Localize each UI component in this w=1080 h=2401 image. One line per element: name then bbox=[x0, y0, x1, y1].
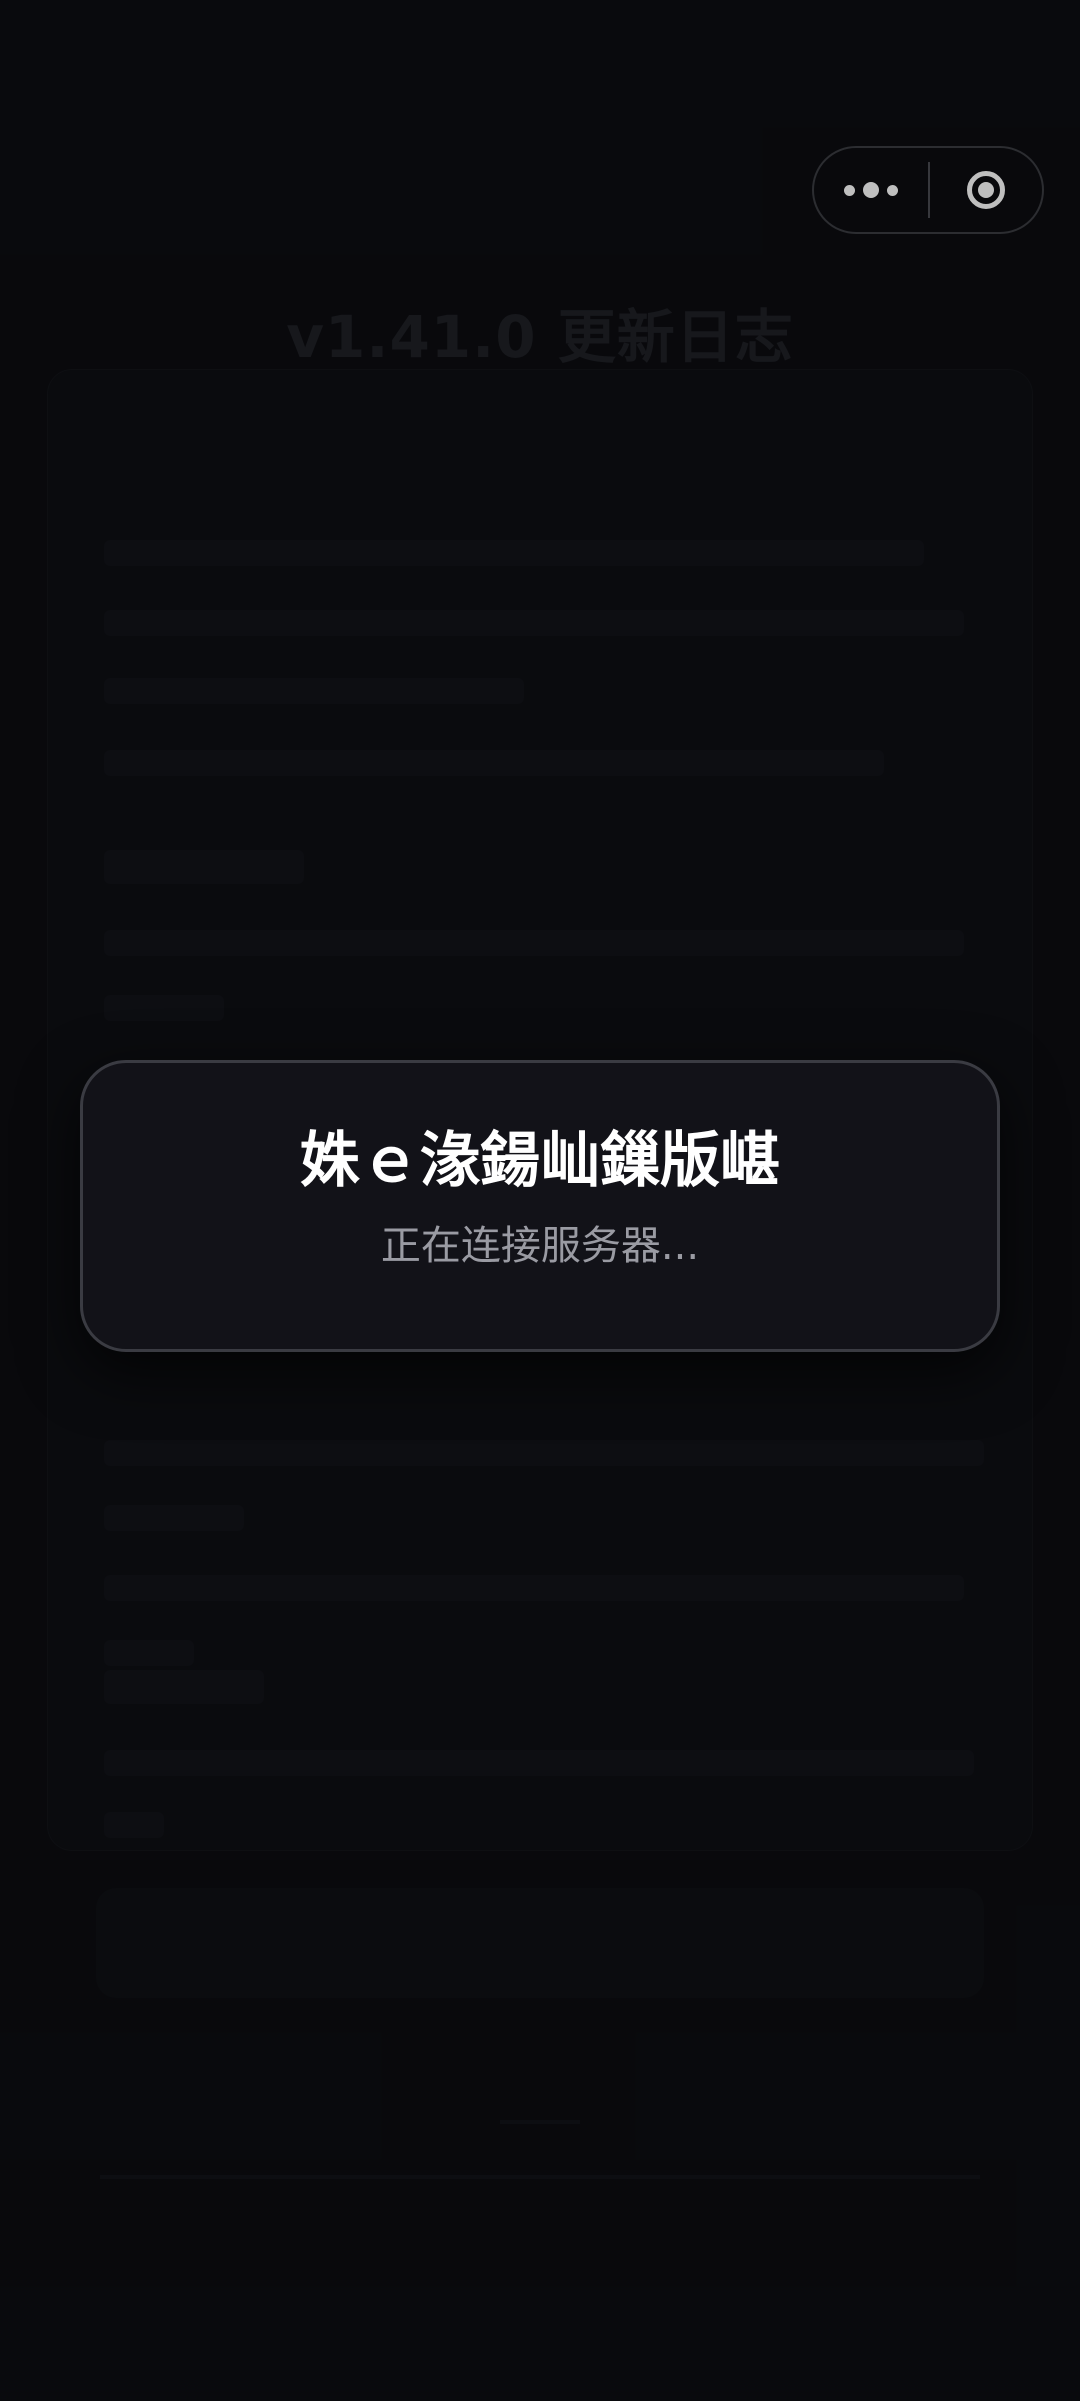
loading-dialog: 姝ｅ湪鍚屾鏁版嵁 正在连接服务器... bbox=[80, 1060, 1000, 1352]
dialog-title: 姝ｅ湪鍚屾鏁版嵁 bbox=[300, 1126, 780, 1196]
dialog-message: 正在连接服务器... bbox=[380, 1223, 700, 1269]
app-screen: v1.41.0 更新日志 姝ｅ湪鍚屾鏁版嵁 正在连接服务器... bbox=[0, 0, 1080, 2401]
